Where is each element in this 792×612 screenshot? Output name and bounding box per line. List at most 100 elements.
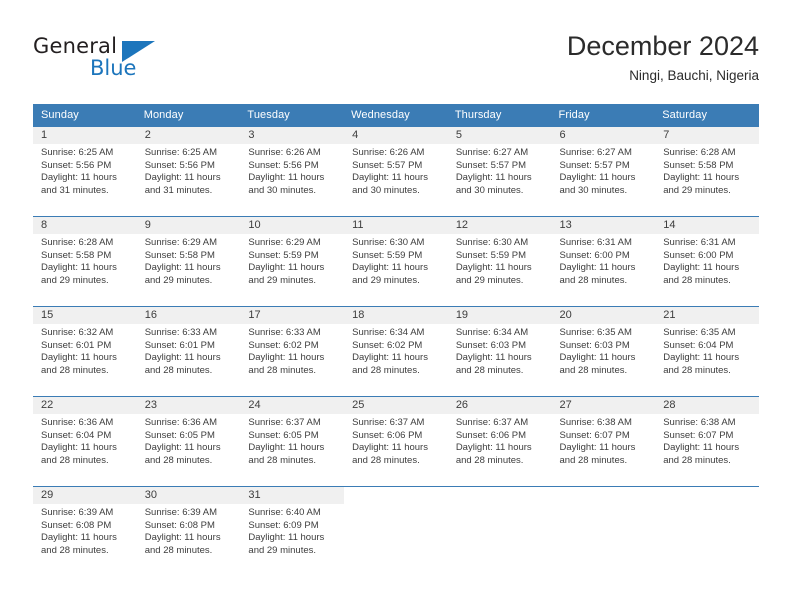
calendar-day-cell[interactable]: 13 Sunrise: 6:31 AM Sunset: 6:00 PM Dayligh… <box>551 216 656 307</box>
calendar-day-cell[interactable]: 29 Sunrise: 6:39 AM Sunset: 6:08 PM Dayligh… <box>33 486 137 576</box>
calendar-day-cell[interactable]: 28 Sunrise: 6:38 AM Sunset: 6:07 PM Dayligh… <box>655 396 759 487</box>
day-cell-inner: 6 Sunrise: 6:27 AM Sunset: 5:57 PM Daylight… <box>551 127 656 216</box>
day-sunset-text: Sunset: 5:57 PM <box>559 159 630 171</box>
calendar-day-cell[interactable]: 15 Sunrise: 6:32 AM Sunset: 6:01 PM Dayligh… <box>33 306 137 397</box>
day-number: 11 <box>344 217 448 234</box>
day-cell-inner: 18 Sunrise: 6:34 AM Sunset: 6:02 PM Dayligh… <box>344 307 448 396</box>
day-number <box>655 487 759 504</box>
day-details: Sunrise: 6:38 AM Sunset: 6:07 PM Daylight:… <box>552 414 656 467</box>
day-cell-inner: 21 Sunrise: 6:35 AM Sunset: 6:04 PM Dayligh… <box>655 307 759 396</box>
day-daylight-line1-text: Daylight: 11 hours <box>559 442 636 454</box>
day-sunset-text: Sunset: 6:00 PM <box>559 249 630 261</box>
day-details: Sunrise: 6:30 AM Sunset: 5:59 PM Daylight:… <box>448 234 552 287</box>
day-cell-inner: 29 Sunrise: 6:39 AM Sunset: 6:08 PM Dayligh… <box>33 487 137 576</box>
day-daylight-line2-text: and 31 minutes. <box>41 184 109 196</box>
day-number: 7 <box>655 127 759 144</box>
calendar-table: Sunday Monday Tuesday Wednesday Thursday… <box>33 104 759 576</box>
day-sunset-text: Sunset: 6:02 PM <box>352 339 423 351</box>
calendar-day-cell[interactable]: 7 Sunrise: 6:28 AM Sunset: 5:58 PM Daylight… <box>655 126 759 217</box>
general-blue-logo[interactable]: General Blue <box>33 34 183 82</box>
day-daylight-line1-text: Daylight: 11 hours <box>352 262 428 274</box>
day-daylight-line1-text: Daylight: 11 hours <box>663 442 740 454</box>
calendar-day-cell[interactable]: 8 Sunrise: 6:28 AM Sunset: 5:58 PM Daylight… <box>33 216 137 307</box>
day-daylight-line2-text: and 28 minutes. <box>455 454 524 466</box>
day-details: Sunrise: 6:32 AM Sunset: 6:01 PM Daylight:… <box>33 324 137 377</box>
day-details: Sunrise: 6:27 AM Sunset: 5:57 PM Daylight:… <box>552 144 656 197</box>
calendar-day-cell[interactable]: 10 Sunrise: 6:29 AM Sunset: 5:59 PM Dayligh… <box>240 216 345 307</box>
day-sunrise-text: Sunrise: 6:35 AM <box>559 327 632 338</box>
calendar-day-cell[interactable]: 19 Sunrise: 6:34 AM Sunset: 6:03 PM Dayligh… <box>447 306 552 397</box>
day-daylight-line2-text: and 29 minutes. <box>455 274 524 286</box>
day-cell-inner: 23 Sunrise: 6:36 AM Sunset: 6:05 PM Dayligh… <box>136 397 241 486</box>
calendar-day-cell[interactable]: 9 Sunrise: 6:29 AM Sunset: 5:58 PM Daylight… <box>136 216 241 307</box>
day-sunset-text: Sunset: 6:03 PM <box>455 339 527 351</box>
day-daylight-line1-text: Daylight: 11 hours <box>144 442 221 454</box>
calendar-day-cell[interactable]: 31 Sunrise: 6:40 AM Sunset: 6:09 PM Dayligh… <box>240 486 345 576</box>
day-number: 23 <box>136 397 241 414</box>
day-daylight-line2-text: and 30 minutes. <box>559 184 628 196</box>
calendar-day-cell[interactable]: 6 Sunrise: 6:27 AM Sunset: 5:57 PM Daylight… <box>551 126 656 217</box>
day-cell-inner: 25 Sunrise: 6:37 AM Sunset: 6:06 PM Dayligh… <box>344 397 448 486</box>
calendar-day-cell[interactable]: 17 Sunrise: 6:33 AM Sunset: 6:02 PM Dayligh… <box>240 306 345 397</box>
day-sunrise-text: Sunrise: 6:28 AM <box>41 237 114 248</box>
day-number: 29 <box>33 487 137 504</box>
day-cell-inner: 1 Sunrise: 6:25 AM Sunset: 5:56 PM Daylight… <box>33 127 137 216</box>
day-sunset-text: Sunset: 6:09 PM <box>248 519 319 531</box>
day-sunrise-text: Sunrise: 6:37 AM <box>455 417 529 428</box>
day-details: Sunrise: 6:29 AM Sunset: 5:58 PM Daylight:… <box>137 234 241 287</box>
day-daylight-line2-text: and 28 minutes. <box>559 364 628 376</box>
day-daylight-line2-text: and 30 minutes. <box>352 184 420 196</box>
day-sunrise-text: Sunrise: 6:36 AM <box>144 417 218 428</box>
day-number: 8 <box>33 217 137 234</box>
day-cell-inner <box>655 487 759 576</box>
calendar-day-cell[interactable]: 30 Sunrise: 6:39 AM Sunset: 6:08 PM Dayligh… <box>136 486 241 576</box>
calendar-day-cell[interactable]: 3 Sunrise: 6:26 AM Sunset: 5:56 PM Daylight… <box>240 126 345 217</box>
day-sunrise-text: Sunrise: 6:32 AM <box>41 327 114 338</box>
calendar-day-cell[interactable]: 21 Sunrise: 6:35 AM Sunset: 6:04 PM Dayligh… <box>655 306 759 397</box>
day-number: 26 <box>447 397 552 414</box>
calendar-day-cell[interactable]: 20 Sunrise: 6:35 AM Sunset: 6:03 PM Dayligh… <box>551 306 656 397</box>
day-number: 19 <box>447 307 552 324</box>
day-daylight-line1-text: Daylight: 11 hours <box>248 532 325 544</box>
day-sunset-text: Sunset: 5:59 PM <box>455 249 527 261</box>
day-daylight-line1-text: Daylight: 11 hours <box>455 172 532 184</box>
calendar-week-row: 1 Sunrise: 6:25 AM Sunset: 5:56 PM Daylight… <box>33 126 759 217</box>
calendar-day-cell[interactable]: 24 Sunrise: 6:37 AM Sunset: 6:05 PM Dayligh… <box>240 396 345 487</box>
calendar-day-cell[interactable]: 25 Sunrise: 6:37 AM Sunset: 6:06 PM Dayligh… <box>344 396 448 487</box>
weekday-header-row: Sunday Monday Tuesday Wednesday Thursday… <box>33 104 759 127</box>
calendar-day-cell[interactable]: 11 Sunrise: 6:30 AM Sunset: 5:59 PM Dayligh… <box>344 216 448 307</box>
day-daylight-line1-text: Daylight: 11 hours <box>248 262 325 274</box>
day-sunset-text: Sunset: 6:04 PM <box>663 339 734 351</box>
calendar-day-cell[interactable]: 22 Sunrise: 6:36 AM Sunset: 6:04 PM Dayligh… <box>33 396 137 487</box>
calendar-day-cell[interactable]: 5 Sunrise: 6:27 AM Sunset: 5:57 PM Daylight… <box>447 126 552 217</box>
day-cell-inner: 13 Sunrise: 6:31 AM Sunset: 6:00 PM Dayligh… <box>551 217 656 306</box>
calendar-day-cell[interactable]: 27 Sunrise: 6:38 AM Sunset: 6:07 PM Dayligh… <box>551 396 656 487</box>
day-number: 10 <box>240 217 345 234</box>
calendar-day-cell[interactable]: 1 Sunrise: 6:25 AM Sunset: 5:56 PM Daylight… <box>33 126 137 217</box>
calendar-day-cell[interactable]: 12 Sunrise: 6:30 AM Sunset: 5:59 PM Dayligh… <box>447 216 552 307</box>
day-details <box>655 504 759 507</box>
day-cell-inner: 31 Sunrise: 6:40 AM Sunset: 6:09 PM Dayligh… <box>240 487 345 576</box>
calendar-day-cell[interactable]: 26 Sunrise: 6:37 AM Sunset: 6:06 PM Dayligh… <box>447 396 552 487</box>
day-details: Sunrise: 6:40 AM Sunset: 6:09 PM Daylight:… <box>240 504 344 557</box>
day-sunrise-text: Sunrise: 6:25 AM <box>41 147 114 158</box>
calendar-day-cell[interactable]: 4 Sunrise: 6:26 AM Sunset: 5:57 PM Daylight… <box>344 126 448 217</box>
day-sunset-text: Sunset: 5:57 PM <box>455 159 527 171</box>
calendar-day-cell[interactable]: 14 Sunrise: 6:31 AM Sunset: 6:00 PM Dayligh… <box>655 216 759 307</box>
day-cell-inner: 5 Sunrise: 6:27 AM Sunset: 5:57 PM Daylight… <box>447 127 552 216</box>
day-sunset-text: Sunset: 5:58 PM <box>663 159 734 171</box>
day-sunrise-text: Sunrise: 6:27 AM <box>455 147 529 158</box>
day-sunset-text: Sunset: 6:08 PM <box>144 519 215 531</box>
day-number: 31 <box>240 487 345 504</box>
day-cell-inner: 16 Sunrise: 6:33 AM Sunset: 6:01 PM Dayligh… <box>136 307 241 396</box>
calendar-day-cell[interactable]: 16 Sunrise: 6:33 AM Sunset: 6:01 PM Dayligh… <box>136 306 241 397</box>
day-cell-inner: 11 Sunrise: 6:30 AM Sunset: 5:59 PM Dayligh… <box>344 217 448 306</box>
day-cell-inner: 3 Sunrise: 6:26 AM Sunset: 5:56 PM Daylight… <box>240 127 345 216</box>
calendar-day-cell[interactable]: 23 Sunrise: 6:36 AM Sunset: 6:05 PM Dayligh… <box>136 396 241 487</box>
day-details: Sunrise: 6:39 AM Sunset: 6:08 PM Daylight:… <box>33 504 137 557</box>
calendar-day-cell[interactable]: 2 Sunrise: 6:25 AM Sunset: 5:56 PM Daylight… <box>136 126 241 217</box>
day-details: Sunrise: 6:37 AM Sunset: 6:06 PM Daylight:… <box>448 414 552 467</box>
day-daylight-line2-text: and 28 minutes. <box>41 544 109 556</box>
day-cell-inner: 27 Sunrise: 6:38 AM Sunset: 6:07 PM Dayligh… <box>551 397 656 486</box>
calendar-day-cell[interactable]: 18 Sunrise: 6:34 AM Sunset: 6:02 PM Dayligh… <box>344 306 448 397</box>
